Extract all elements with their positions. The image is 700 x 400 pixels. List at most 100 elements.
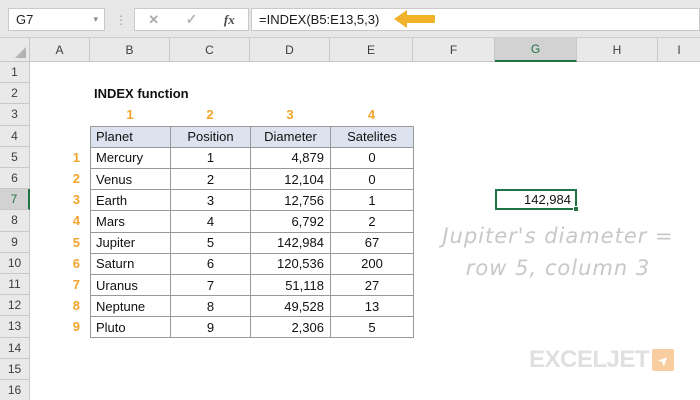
- row-index-9[interactable]: 9: [30, 316, 80, 337]
- row-index-6[interactable]: 6: [30, 253, 80, 274]
- table-cell[interactable]: Jupiter: [91, 232, 171, 254]
- row-header-5[interactable]: 5: [0, 146, 30, 168]
- table-cell[interactable]: 2: [331, 211, 414, 233]
- column-header-g[interactable]: G: [495, 38, 577, 62]
- row-header-3[interactable]: 3: [0, 104, 30, 126]
- column-header-a[interactable]: A: [30, 38, 90, 62]
- column-header-i[interactable]: I: [658, 38, 700, 62]
- table-cell[interactable]: Mercury: [91, 147, 171, 169]
- table-cell[interactable]: 12,756: [251, 190, 331, 212]
- formula-input[interactable]: =INDEX(B5:E13,5,3): [251, 8, 700, 31]
- row-header-1[interactable]: 1: [0, 62, 30, 84]
- table-cell[interactable]: 27: [331, 274, 414, 297]
- column-index-3[interactable]: 3: [250, 104, 330, 125]
- formula-bar-buttons: ✕ ✓ fx: [134, 8, 249, 31]
- table-row: Uranus 7 51,118 27: [91, 274, 414, 297]
- table-header-diameter[interactable]: Diameter: [251, 126, 331, 148]
- table-cell[interactable]: 4,879: [251, 147, 331, 169]
- row-header-10[interactable]: 10: [0, 252, 30, 274]
- row-header-6[interactable]: 6: [0, 168, 30, 190]
- table-cell[interactable]: Neptune: [91, 296, 171, 318]
- table-cell[interactable]: 0: [331, 147, 414, 169]
- table-cell[interactable]: Saturn: [91, 253, 171, 275]
- row-header-2[interactable]: 2: [0, 83, 30, 105]
- table-header-planet[interactable]: Planet: [91, 126, 171, 148]
- table-cell[interactable]: 1: [171, 147, 251, 169]
- table-cell[interactable]: 200: [331, 253, 414, 275]
- name-box-dropdown-icon[interactable]: ▾: [93, 14, 104, 25]
- table-cell[interactable]: 51,118: [251, 274, 331, 297]
- column-index-2[interactable]: 2: [170, 104, 250, 125]
- row-index-7[interactable]: 7: [30, 274, 80, 295]
- table-cell[interactable]: 142,984: [251, 232, 331, 254]
- table-row: Mercury 1 4,879 0: [91, 147, 414, 169]
- row-header-15[interactable]: 15: [0, 358, 30, 380]
- table-cell[interactable]: 5: [331, 317, 414, 339]
- cancel-icon[interactable]: ✕: [148, 12, 159, 28]
- row-header-13[interactable]: 13: [0, 316, 30, 338]
- fill-handle[interactable]: [573, 206, 579, 213]
- table-cell[interactable]: 2,306: [251, 317, 331, 339]
- row-index-1[interactable]: 1: [30, 147, 80, 168]
- selected-cell-g7[interactable]: 142,984: [495, 189, 579, 213]
- table-row: Saturn 6 120,536 200: [91, 253, 414, 275]
- table-cell[interactable]: 2: [171, 168, 251, 191]
- row-index-4[interactable]: 4: [30, 210, 80, 231]
- table-cell[interactable]: 4: [171, 211, 251, 233]
- row-index-8[interactable]: 8: [30, 295, 80, 316]
- table-header-position[interactable]: Position: [171, 126, 251, 148]
- row-header-14[interactable]: 14: [0, 337, 30, 359]
- enter-icon[interactable]: ✓: [186, 11, 198, 28]
- annotation-line-1: Jupiter's diameter =: [442, 224, 674, 248]
- excel-window: G7 ▾ ⋮ ✕ ✓ fx =INDEX(B5:E13,5,3) ABCDEFG…: [0, 0, 700, 400]
- select-all-corner[interactable]: [0, 38, 30, 62]
- annotation-line-2: row 5, column 3: [465, 256, 651, 280]
- insert-function-icon[interactable]: fx: [224, 12, 235, 28]
- worksheet[interactable]: INDEX function 1234 123456789 Planet Posi…: [30, 62, 700, 400]
- row-header-4[interactable]: 4: [0, 125, 30, 147]
- table-header-satelites[interactable]: Satelites: [331, 126, 414, 148]
- column-index-1[interactable]: 1: [90, 104, 170, 125]
- table-cell[interactable]: 3: [171, 190, 251, 212]
- select-all-triangle-icon: [15, 47, 26, 58]
- column-header-f[interactable]: F: [413, 38, 495, 62]
- left-arrow-icon: [394, 10, 438, 29]
- table-cell[interactable]: 6,792: [251, 211, 331, 233]
- table-row: Pluto 9 2,306 5: [91, 317, 414, 339]
- row-header-12[interactable]: 12: [0, 295, 30, 317]
- column-header-c[interactable]: C: [170, 38, 250, 62]
- column-header-h[interactable]: H: [577, 38, 658, 62]
- row-header-11[interactable]: 11: [0, 274, 30, 296]
- column-header-d[interactable]: D: [250, 38, 330, 62]
- table-cell[interactable]: 67: [331, 232, 414, 254]
- row-header-16[interactable]: 16: [0, 380, 30, 400]
- table-cell[interactable]: 0: [331, 168, 414, 191]
- column-index-4[interactable]: 4: [330, 104, 413, 125]
- table-cell[interactable]: Earth: [91, 190, 171, 212]
- table-cell[interactable]: 120,536: [251, 253, 331, 275]
- row-index-5[interactable]: 5: [30, 232, 80, 253]
- table-cell[interactable]: 9: [171, 317, 251, 339]
- table-cell[interactable]: 12,104: [251, 168, 331, 191]
- name-box[interactable]: G7 ▾: [8, 8, 105, 31]
- table-cell[interactable]: 1: [331, 190, 414, 212]
- table-cell[interactable]: 6: [171, 253, 251, 275]
- sheet-title[interactable]: INDEX function: [94, 82, 189, 104]
- table-cell[interactable]: 5: [171, 232, 251, 254]
- table-row: Mars 4 6,792 2: [91, 211, 414, 233]
- row-index-2[interactable]: 2: [30, 168, 80, 189]
- table-cell[interactable]: 7: [171, 274, 251, 297]
- column-header-b[interactable]: B: [90, 38, 170, 62]
- table-cell[interactable]: Pluto: [91, 317, 171, 339]
- table-cell[interactable]: 13: [331, 296, 414, 318]
- table-cell[interactable]: 49,528: [251, 296, 331, 318]
- column-header-e[interactable]: E: [330, 38, 413, 62]
- row-header-8[interactable]: 8: [0, 210, 30, 232]
- table-cell[interactable]: 8: [171, 296, 251, 318]
- row-index-3[interactable]: 3: [30, 189, 80, 210]
- row-header-9[interactable]: 9: [0, 231, 30, 253]
- table-cell[interactable]: Uranus: [91, 274, 171, 297]
- table-cell[interactable]: Venus: [91, 168, 171, 191]
- table-cell[interactable]: Mars: [91, 211, 171, 233]
- row-header-7[interactable]: 7: [0, 189, 30, 211]
